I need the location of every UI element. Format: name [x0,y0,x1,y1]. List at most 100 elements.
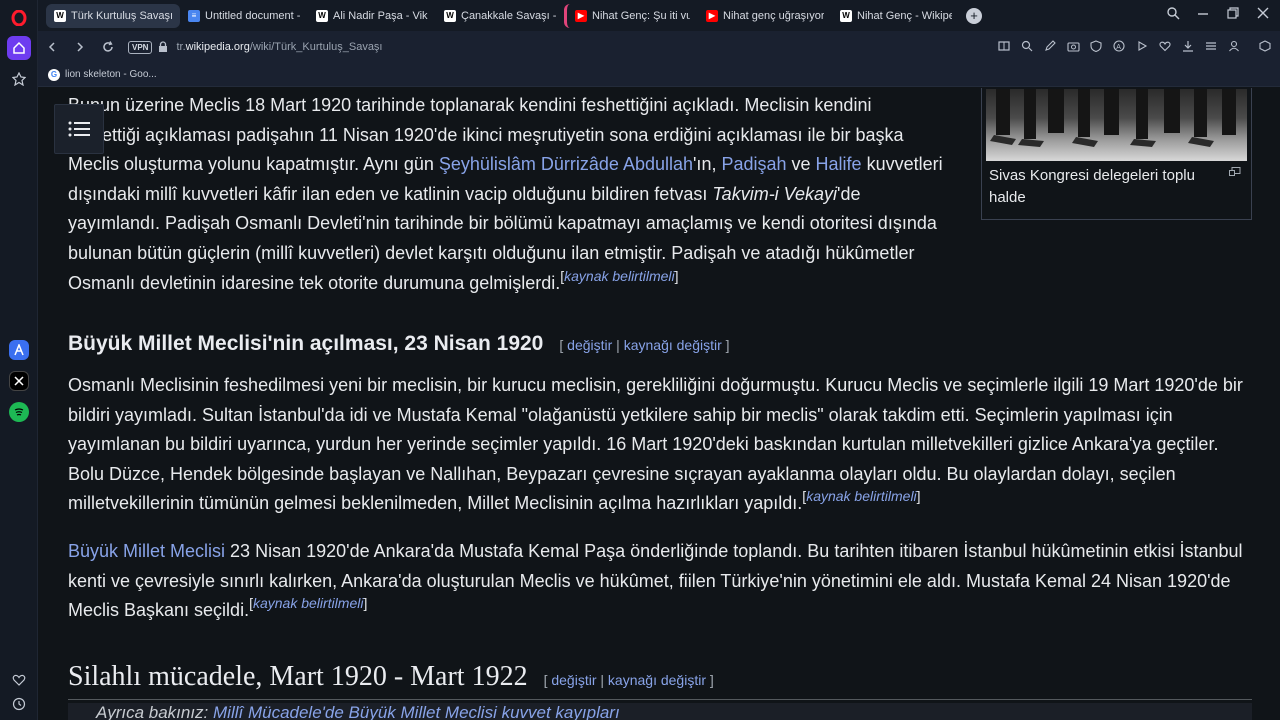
tab-5[interactable]: ▶ Nihat Genç: Şu iti vuracak [564,3,698,28]
x-twitter-icon[interactable] [9,371,29,391]
citation-needed[interactable]: [kaynak belirtilmeli] [249,595,367,611]
text-run: Meclis Başkanı seçildi. [68,600,250,621]
download-icon[interactable] [1179,35,1197,57]
text-run: kuvvetleri [861,154,943,175]
list-icon [68,121,90,137]
hatnote-prefix: Ayrıca bakınız: [96,703,214,720]
tab-4[interactable]: W Çanakkale Savaşı - Vikipedi [436,4,564,28]
tab-6[interactable]: ▶ Nihat genç uğraşıyoruz - YouTube [698,4,832,28]
account-icon[interactable] [1225,35,1243,57]
window-controls [1166,6,1270,20]
tab-strip: W Türk Kurtuluş Savaşı - Vikipedi ≡ Unti… [38,0,1280,31]
text-line: Meclis oluşturma yolunu kapatmıştır. Ayn… [68,150,968,180]
google-icon: G [48,68,60,81]
zoom-icon[interactable] [1018,35,1036,57]
wikipedia-icon: W [840,9,852,22]
heart-icon[interactable] [1156,35,1174,57]
player-icon[interactable] [1133,35,1151,57]
text-line: bildiri yayımladı. Sultan İstanbul'da id… [68,404,1173,425]
url-field[interactable]: tr.wikipedia.org/wiki/Türk_Kurtuluş_Sava… [176,41,382,53]
edit-source-link[interactable]: kaynağı değiştir [624,337,722,353]
browser-sidebar [0,0,38,720]
opera-logo-icon[interactable] [7,6,31,30]
paragraph: Büyük Millet Meclisi 23 Nisan 1920'de An… [68,537,1258,627]
enlarge-icon[interactable] [1229,167,1241,177]
edit-link[interactable]: değiştir [567,337,612,353]
text-run: ve [786,154,816,175]
camera-icon[interactable] [1064,35,1082,57]
citation-needed[interactable]: [kaynak belirtilmeli] [802,488,920,504]
url-prefix: tr. [176,41,186,53]
edit-links: [ değiştir | kaynağı değiştir ] [543,672,714,688]
bookmark-label: lion skeleton - Goo... [65,69,157,80]
new-tab-plus-icon[interactable]: + [966,7,982,24]
link-halife[interactable]: Halife [816,154,862,174]
wikipedia-icon: W [54,9,66,22]
link-padisah[interactable]: Padişah [721,154,786,174]
tab-label: Nihat Genç: Şu iti vuracak [592,9,690,22]
youtube-icon: ▶ [706,9,718,22]
text-run: 'ın, [693,154,722,175]
heading-text: Silahlı mücadele, Mart 1920 - Mart 1922 [68,661,528,692]
paragraph: Osmanlı Meclisinin feshedilmesi yeni bir… [68,371,1258,520]
text-line: feshettiği açıklaması padişahın 11 Nisan… [68,124,904,145]
heart-icon[interactable] [7,668,31,692]
reload-icon[interactable] [94,33,122,61]
tab-2[interactable]: ≡ Untitled document - Google Docs [180,4,308,28]
text-run: 'de [837,183,861,204]
text-line: kenti ve çevresiyle sınırlı kalırken, An… [68,570,1231,591]
aria-icon[interactable] [9,340,29,360]
extensions-cube-icon[interactable] [1256,35,1274,57]
close-icon[interactable] [1256,6,1270,20]
home-icon[interactable] [7,36,31,60]
edit-links: [ değiştir | kaynağı değiştir ] [559,337,730,353]
reader-icon[interactable] [995,35,1013,57]
lock-icon[interactable] [158,41,168,53]
shield-icon[interactable] [1087,35,1105,57]
google-docs-icon: ≡ [188,9,200,22]
hatnote-link[interactable]: Millî Mücadele'de Büyük Millet Meclisi k… [213,703,620,720]
tab-label: Untitled document - Google Docs [205,9,300,22]
vpn-badge[interactable]: VPN [128,40,153,54]
text-line: Osmanlı devletinin idaresine tek otorite… [68,268,968,300]
hatnote: Ayrıca bakınız: Millî Mücadele'de Büyük … [68,703,1252,720]
citation-needed[interactable]: [kaynak belirtilmeli] [560,268,678,284]
thumbnail-caption: Sivas Kongresi delegeleri toplu halde [989,167,1195,206]
text-line: yayımlanan bu bildiri uyarınca, yurdun h… [68,434,1219,455]
forward-icon[interactable] [66,33,94,61]
restore-icon[interactable] [1226,6,1240,20]
minimize-icon[interactable] [1196,6,1210,20]
back-icon[interactable] [38,33,66,61]
edit-source-link[interactable]: kaynağı değiştir [608,672,706,688]
tab-3[interactable]: W Ali Nadir Paşa - Vikipedi [308,4,436,28]
toolbar-icons: A [995,35,1274,57]
wikipedia-icon: W [316,9,328,22]
history-clock-icon[interactable] [7,692,31,716]
bookmarks-star-icon[interactable] [7,67,31,91]
section-heading: Silahlı mücadele, Mart 1920 - Mart 1922 … [68,661,714,693]
edit-icon[interactable] [1041,35,1059,57]
text-line: Bolu Düzce, Hendek bölgesinde başlayan v… [68,463,1176,484]
text-line: yayımlandı. Padişah Osmanlı Devleti'nin … [68,213,937,234]
heading-divider [68,699,1252,700]
historical-photo[interactable] [986,89,1247,161]
bookmark-item[interactable]: G lion skeleton - Goo... [48,68,157,81]
edit-link[interactable]: değiştir [551,672,596,688]
text-run: 23 Nisan 1920'de Ankara'da Mustafa Kemal… [225,541,1243,561]
table-of-contents-button[interactable] [54,104,104,154]
link-seyhulislam[interactable]: Şeyhülislâm Dürrizâde Abdullah [439,154,693,174]
tab-7[interactable]: W Nihat Genç - Wikipedia [832,4,960,28]
link-buyuk-millet-meclisi[interactable]: Büyük Millet Meclisi [68,541,225,561]
url-domain: wikipedia.org [185,41,250,53]
text-line: dışındaki millî kuvvetleri kâfir ilan ed… [68,180,968,210]
tab-label: Nihat Genç - Wikipedia [857,9,952,22]
search-tabs-icon[interactable] [1166,6,1180,20]
text-line: Osmanlı Meclisinin feshedilmesi yeni bir… [68,375,1243,395]
paragraph: Bunun üzerine Meclis 18 Mart 1920 tarihi… [68,91,968,299]
translate-icon[interactable]: A [1110,35,1128,57]
spotify-icon[interactable] [9,402,29,422]
easy-setup-icon[interactable] [1202,35,1220,57]
text-line: Büyük Millet Meclisi 23 Nisan 1920'de An… [68,537,1258,567]
url-path: /wiki/Türk_Kurtuluş_Savaşı [249,41,383,53]
tab-1[interactable]: W Türk Kurtuluş Savaşı - Vikipedi [46,3,180,28]
